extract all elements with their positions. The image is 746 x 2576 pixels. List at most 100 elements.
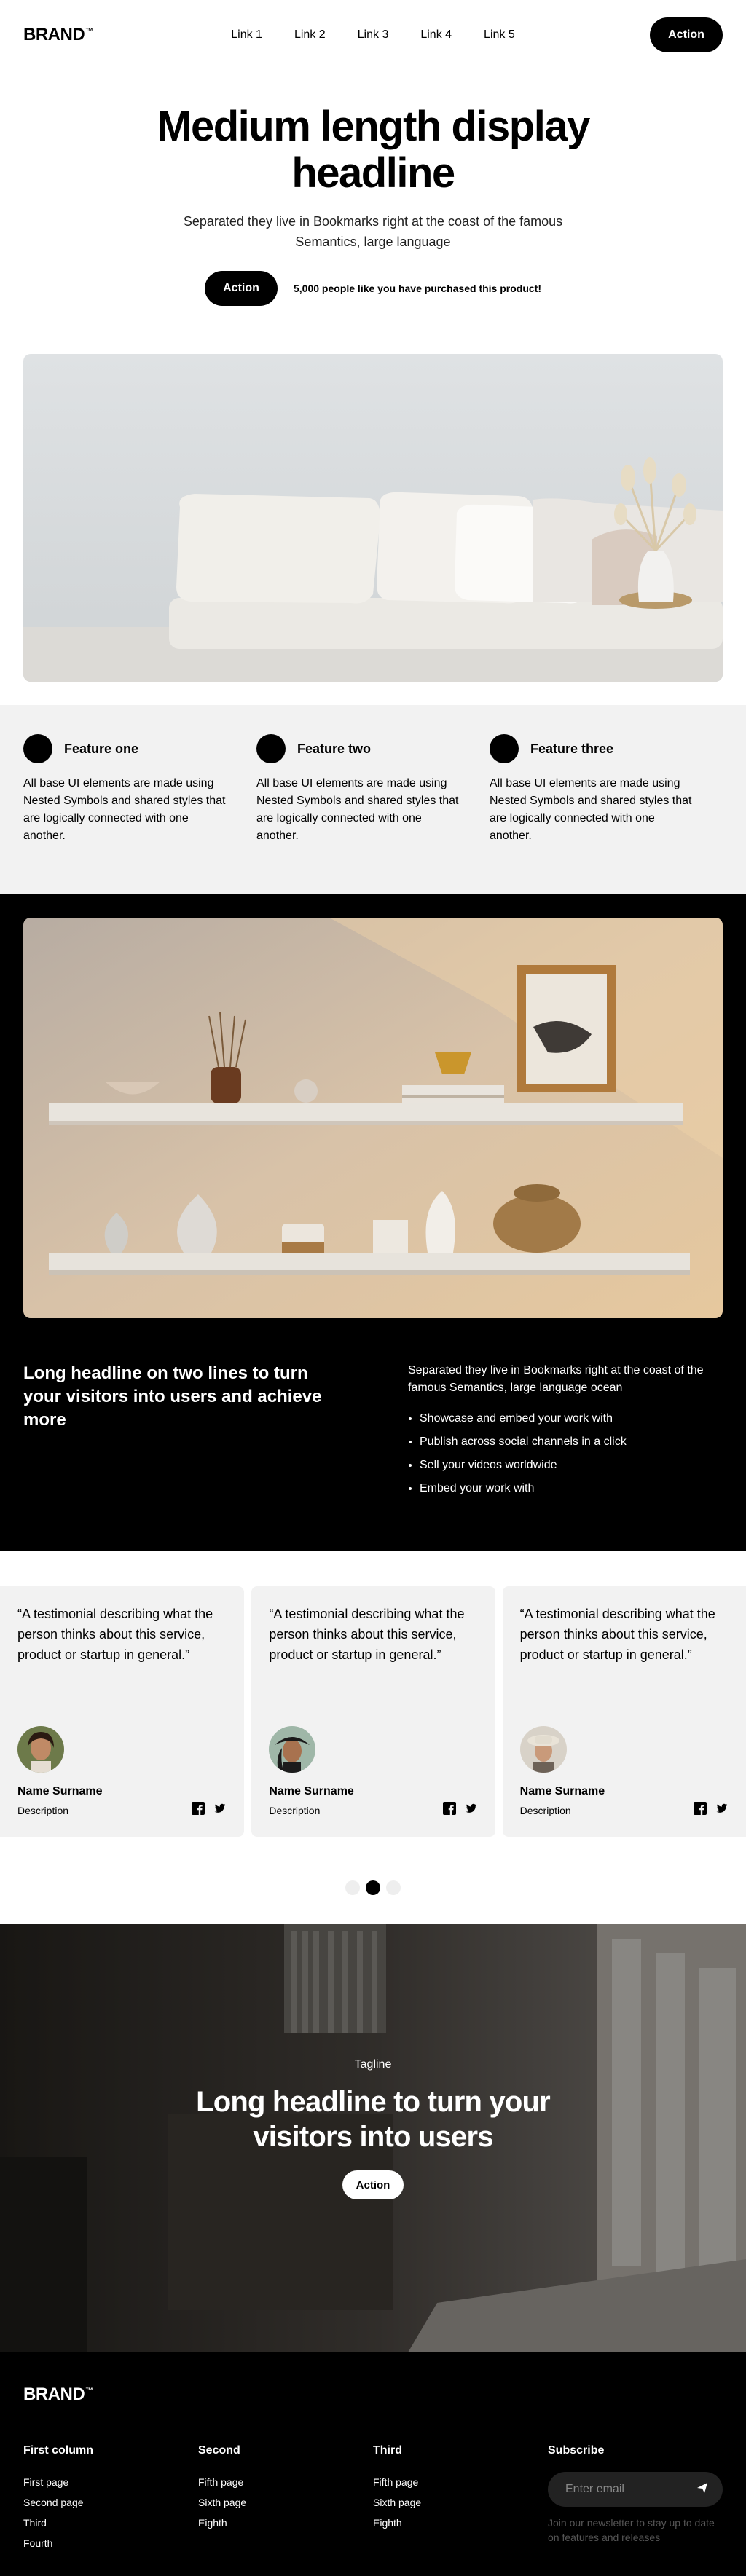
footer-brand-logo[interactable]: BRAND™ bbox=[23, 2384, 723, 2405]
footer-column-title: Second bbox=[198, 2444, 240, 2457]
social-links bbox=[442, 1802, 478, 1815]
nav-link-3[interactable]: Link 3 bbox=[342, 28, 405, 42]
carousel-dot[interactable] bbox=[386, 1880, 401, 1895]
facebook-icon[interactable] bbox=[442, 1802, 456, 1815]
testimonial-description: Description bbox=[17, 1805, 69, 1816]
nav-link-1[interactable]: Link 1 bbox=[215, 28, 278, 42]
trademark: ™ bbox=[85, 27, 93, 36]
footer-link[interactable]: Fifth page bbox=[373, 2472, 548, 2492]
bullet-item: Embed your work with bbox=[420, 1477, 723, 1500]
footer-link[interactable]: Third bbox=[23, 2513, 198, 2533]
features-section: Feature one All base UI elements are mad… bbox=[0, 705, 746, 894]
avatar bbox=[269, 1726, 316, 1773]
send-icon[interactable] bbox=[696, 2482, 708, 2497]
banner-headline: Long headline to turn your visitors into… bbox=[196, 2086, 551, 2153]
nav-link-2[interactable]: Link 2 bbox=[278, 28, 342, 42]
footer-column: Second Fifth page Sixth page Eighth bbox=[198, 2444, 373, 2553]
brand-logo[interactable]: BRAND™ bbox=[23, 25, 93, 45]
footer-link[interactable]: Eighth bbox=[373, 2513, 548, 2533]
hero-headline: Medium length display headline bbox=[157, 103, 590, 197]
social-links bbox=[192, 1802, 227, 1815]
dark-right-column: Separated they live in Bookmarks right a… bbox=[408, 1362, 723, 1500]
footer-columns: First column First page Second page Thir… bbox=[23, 2444, 723, 2553]
testimonial-name: Name Surname bbox=[269, 1785, 354, 1797]
testimonial-quote: “A testimonial describing what the perso… bbox=[17, 1607, 213, 1662]
testimonial-description: Description bbox=[269, 1805, 321, 1816]
social-links bbox=[693, 1802, 729, 1815]
banner-content: Tagline Long headline to turn your visit… bbox=[0, 2058, 746, 2199]
banner-tagline: Tagline bbox=[354, 2058, 392, 2071]
subscribe-note: Join our newsletter to stay up to date o… bbox=[548, 2517, 715, 2543]
nav-links: Link 1 Link 2 Link 3 Link 4 Link 5 bbox=[215, 28, 531, 42]
nav-link-4[interactable]: Link 4 bbox=[404, 28, 468, 42]
top-nav: BRAND™ Link 1 Link 2 Link 3 Link 4 Link … bbox=[0, 0, 746, 70]
feature-circle-icon bbox=[23, 734, 52, 763]
facebook-icon[interactable] bbox=[192, 1802, 205, 1815]
hero-action-button[interactable]: Action bbox=[205, 271, 278, 306]
dark-section: Long headline on two lines to turn your … bbox=[0, 894, 746, 1551]
banner-action-button[interactable]: Action bbox=[342, 2170, 404, 2199]
feature-body: All base UI elements are made using Nest… bbox=[256, 777, 459, 842]
testimonial-card: “A testimonial describing what the perso… bbox=[0, 1586, 245, 1837]
feature-body: All base UI elements are made using Nest… bbox=[490, 777, 692, 842]
hero-sofa-image bbox=[23, 354, 723, 682]
testimonial-name: Name Surname bbox=[17, 1785, 103, 1797]
footer-link[interactable]: Eighth bbox=[198, 2513, 373, 2533]
carousel-dot-active[interactable] bbox=[366, 1880, 380, 1895]
footer-column: First column First page Second page Thir… bbox=[23, 2444, 198, 2553]
feature-body: All base UI elements are made using Nest… bbox=[23, 777, 226, 842]
feature-title: Feature two bbox=[297, 741, 372, 756]
email-field[interactable] bbox=[565, 2483, 696, 2496]
feature-title: Feature three bbox=[530, 741, 614, 756]
facebook-icon[interactable] bbox=[693, 1802, 707, 1815]
footer-column-title: First column bbox=[23, 2444, 94, 2457]
nav-link-5[interactable]: Link 5 bbox=[468, 28, 531, 42]
feature-card: Feature two All base UI elements are mad… bbox=[256, 734, 490, 845]
footer-link[interactable]: Sixth page bbox=[373, 2492, 548, 2513]
hero-subtitle: Separated they live in Bookmarks right a… bbox=[183, 214, 563, 249]
dark-headline: Long headline on two lines to turn your … bbox=[23, 1363, 322, 1430]
testimonial-card: “A testimonial describing what the perso… bbox=[251, 1586, 495, 1837]
subscribe-block: Subscribe Join our newsletter to stay up… bbox=[548, 2444, 723, 2553]
social-proof-text: 5,000 people like you have purchased thi… bbox=[294, 283, 541, 294]
footer-link[interactable]: First page bbox=[23, 2472, 198, 2492]
testimonial-quote: “A testimonial describing what the perso… bbox=[519, 1607, 715, 1662]
footer-column-title: Third bbox=[373, 2444, 402, 2457]
shelf-image bbox=[23, 918, 723, 1318]
subscribe-title: Subscribe bbox=[548, 2444, 605, 2457]
footer-brand-text: BRAND bbox=[23, 2384, 85, 2404]
nav-action-button[interactable]: Action bbox=[650, 17, 723, 52]
dark-content: Long headline on two lines to turn your … bbox=[23, 1362, 723, 1500]
trademark: ™ bbox=[85, 2387, 93, 2395]
bullet-item: Publish across social channels in a clic… bbox=[420, 1430, 723, 1454]
carousel-dot[interactable] bbox=[345, 1880, 360, 1895]
testimonials-section: “A testimonial describing what the perso… bbox=[0, 1551, 746, 1837]
avatar bbox=[519, 1726, 567, 1773]
brand-text: BRAND bbox=[23, 25, 85, 44]
feature-bullet-list: Showcase and embed your work with Publis… bbox=[408, 1407, 723, 1500]
avatar bbox=[17, 1726, 64, 1773]
footer-column: Third Fifth page Sixth page Eighth bbox=[373, 2444, 548, 2553]
footer-link[interactable]: Second page bbox=[23, 2492, 198, 2513]
twitter-icon[interactable] bbox=[715, 1802, 729, 1815]
bullet-item: Sell your videos worldwide bbox=[420, 1454, 723, 1477]
feature-circle-icon bbox=[490, 734, 519, 763]
footer-link[interactable]: Fifth page bbox=[198, 2472, 373, 2492]
hero-section: Medium length display headline Separated… bbox=[0, 70, 746, 306]
testimonial-name: Name Surname bbox=[519, 1785, 605, 1797]
feature-card: Feature one All base UI elements are mad… bbox=[23, 734, 256, 845]
cta-banner: Tagline Long headline to turn your visit… bbox=[0, 1924, 746, 2352]
testimonial-quote: “A testimonial describing what the perso… bbox=[269, 1607, 465, 1662]
footer-link[interactable]: Sixth page bbox=[198, 2492, 373, 2513]
bullet-item: Showcase and embed your work with bbox=[420, 1407, 723, 1430]
feature-circle-icon bbox=[256, 734, 286, 763]
email-field-wrapper bbox=[548, 2472, 723, 2507]
testimonial-card: “A testimonial describing what the perso… bbox=[502, 1586, 746, 1837]
twitter-icon[interactable] bbox=[465, 1802, 478, 1815]
hero-cta-row: Action 5,000 people like you have purcha… bbox=[0, 271, 746, 306]
twitter-icon[interactable] bbox=[213, 1802, 227, 1815]
testimonial-description: Description bbox=[519, 1805, 571, 1816]
footer-link[interactable]: Fourth bbox=[23, 2533, 198, 2553]
carousel-dots bbox=[0, 1837, 746, 1924]
footer: BRAND™ First column First page Second pa… bbox=[0, 2352, 746, 2576]
